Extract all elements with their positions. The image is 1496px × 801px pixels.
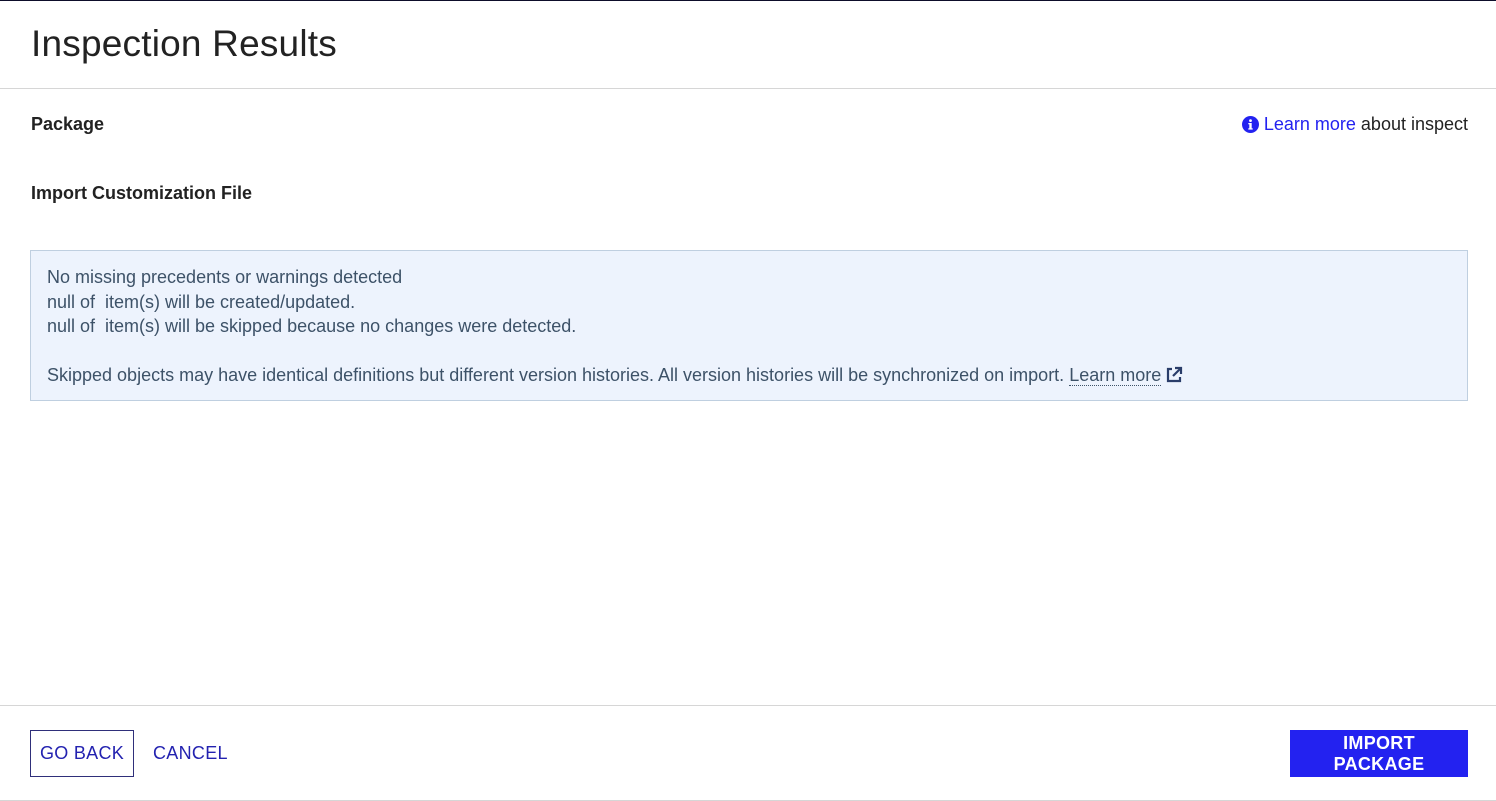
import-package-button[interactable]: IMPORT PACKAGE (1290, 730, 1468, 777)
learn-more-external-link[interactable]: Learn more (1069, 365, 1162, 386)
info-line-skipped: null of item(s) will be skipped because … (47, 316, 577, 336)
learn-more-link[interactable]: Learn more (1264, 114, 1356, 135)
learn-more-suffix: about inspect (1360, 114, 1468, 134)
footer-bar: GO BACK CANCEL IMPORT PACKAGE (0, 705, 1496, 801)
package-label: Package (31, 114, 105, 134)
info-line-created: null of item(s) will be created/updated. (47, 291, 356, 312)
page-header: Inspection Results (0, 1, 1496, 89)
page-title: Inspection Results (31, 23, 337, 64)
go-back-button[interactable]: GO BACK (30, 730, 134, 777)
skip-note-text: Skipped objects may have identical defin… (47, 365, 1065, 385)
learn-more-about-inspect: Learn more about inspect (1241, 114, 1468, 135)
external-link-icon[interactable] (1165, 366, 1183, 384)
inspection-info-box: No missing precedents or warnings detect… (30, 250, 1468, 401)
info-line-warnings: No missing precedents or warnings detect… (47, 267, 403, 287)
info-skip-note-line: Skipped objects may have identical defin… (47, 363, 1451, 388)
import-customization-label: Import Customization File (31, 183, 253, 203)
cancel-button[interactable]: CANCEL (153, 730, 228, 777)
info-circle-icon (1241, 116, 1259, 133)
